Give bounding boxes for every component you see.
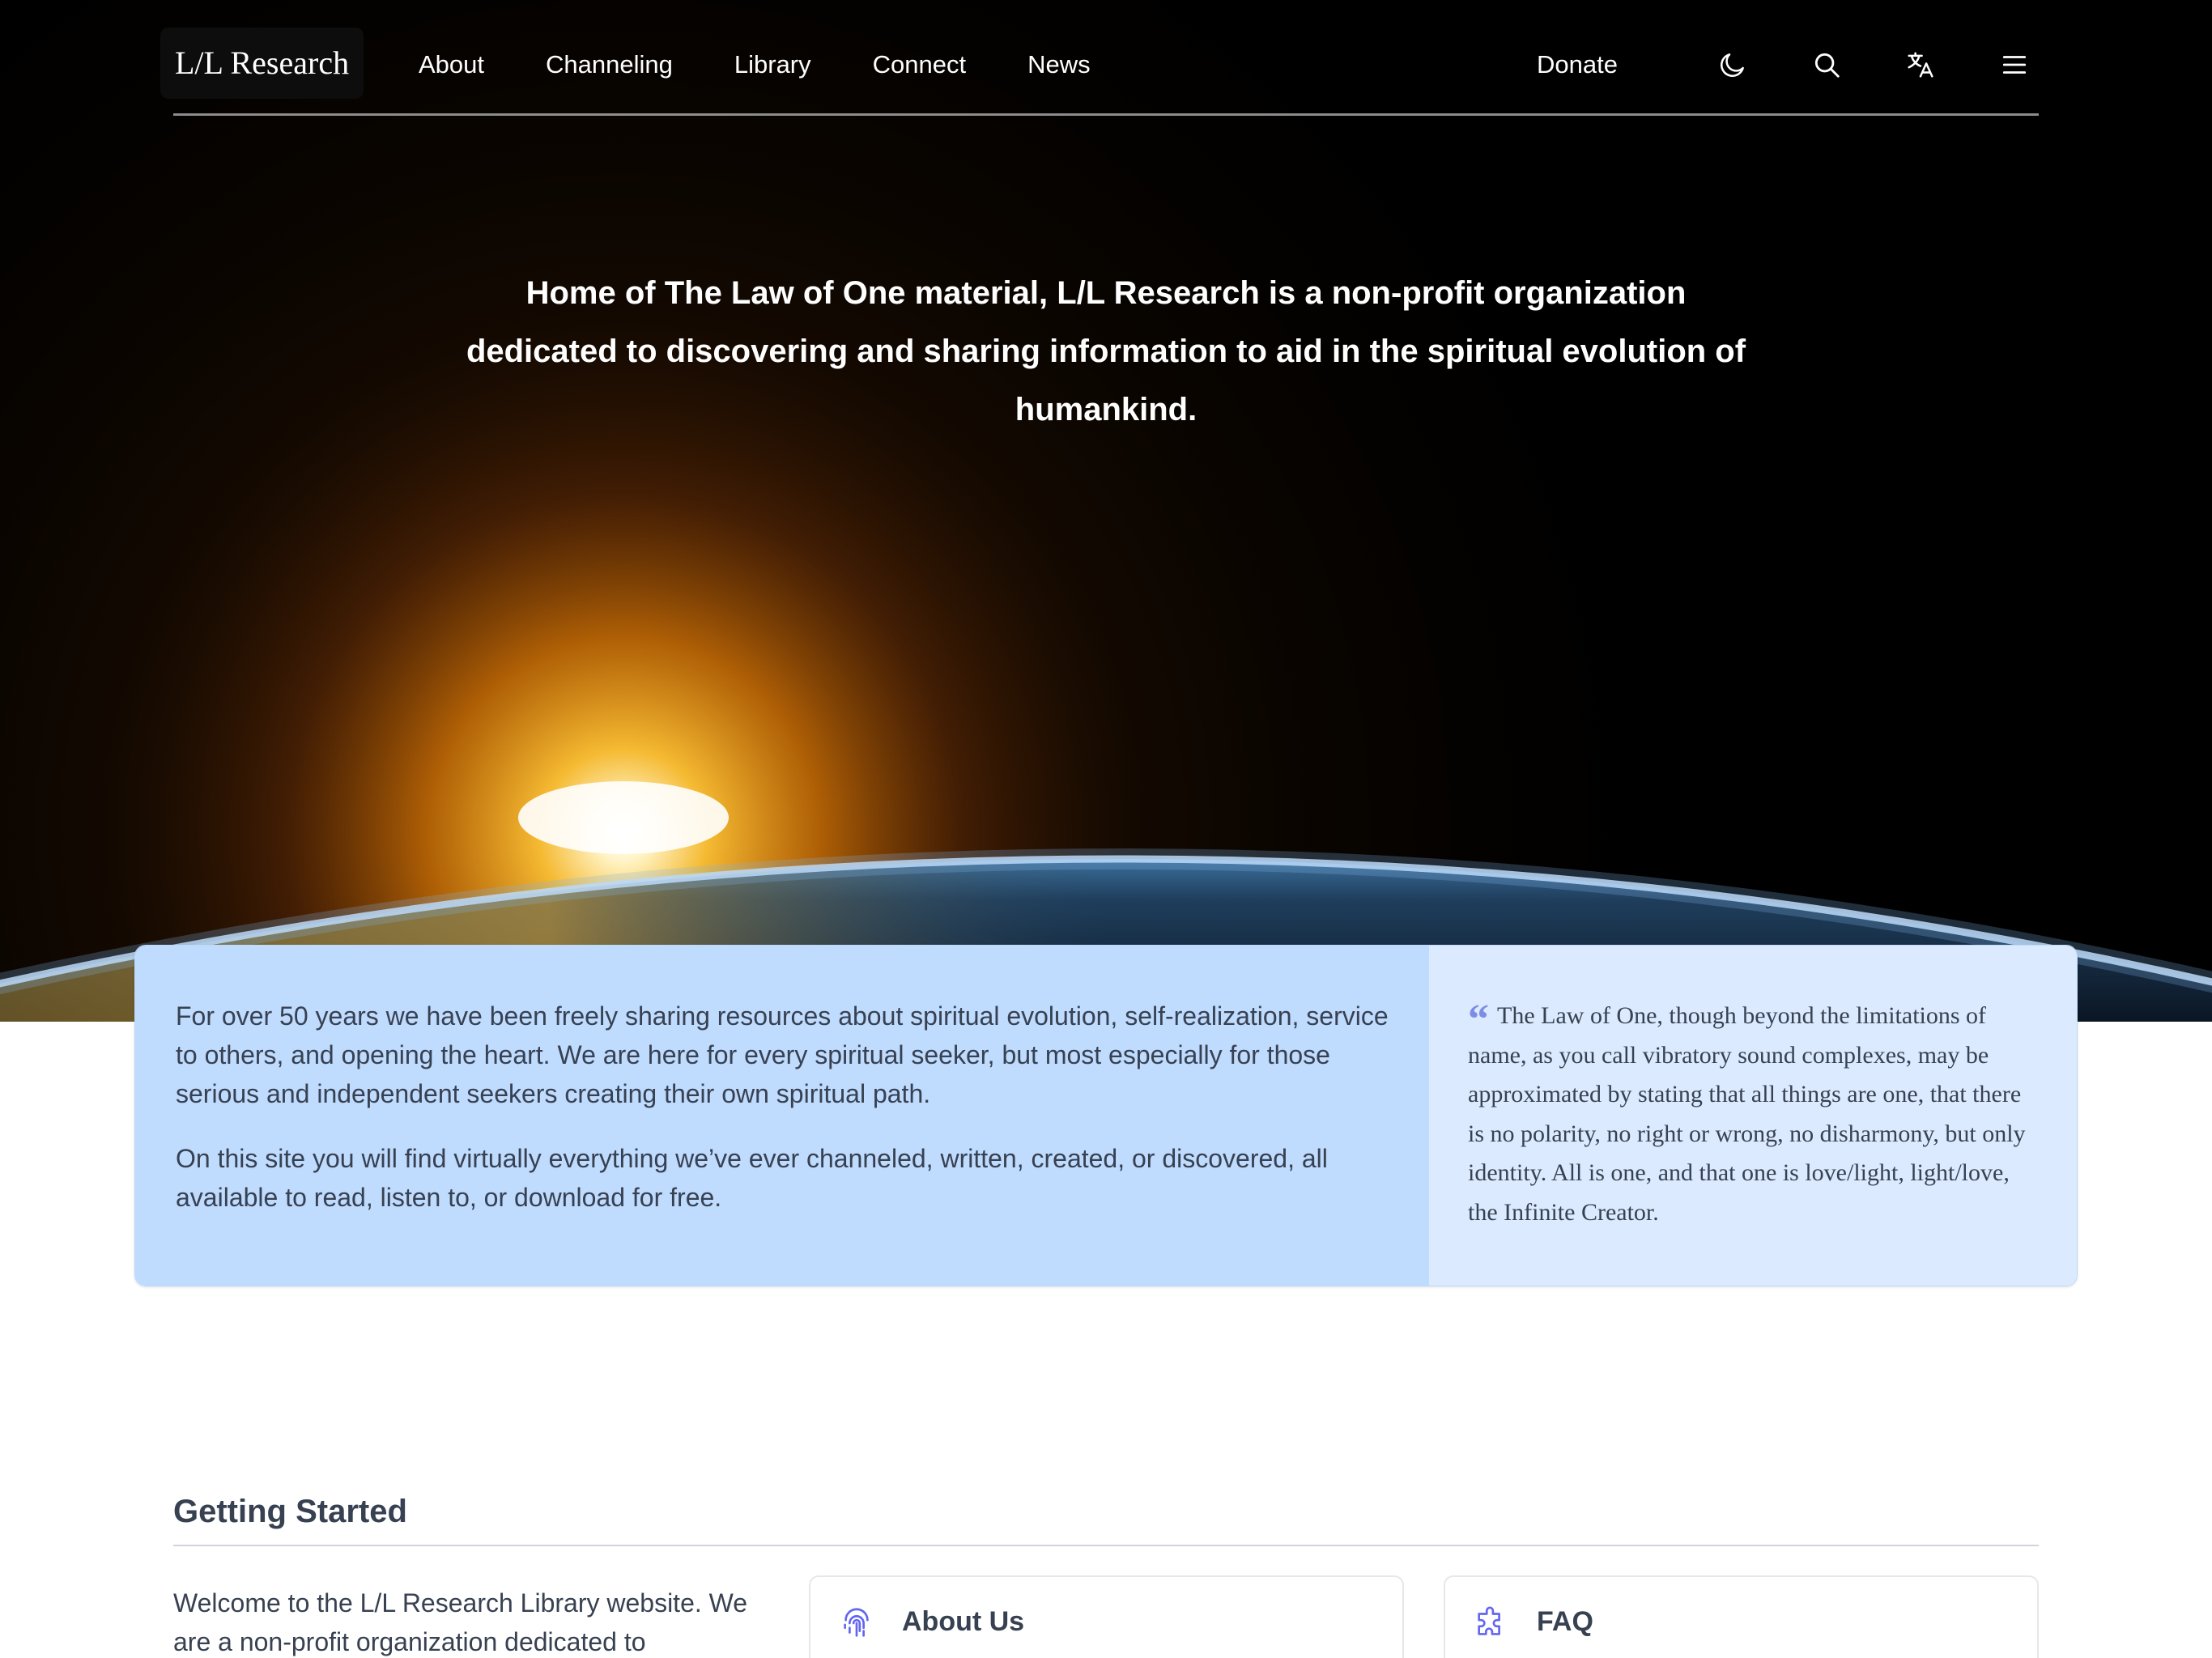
- quote-panel: “The Law of One, though beyond the limit…: [1429, 946, 2077, 1286]
- nav-link-connect[interactable]: Connect: [873, 49, 966, 81]
- about-us-card[interactable]: About Us: [809, 1575, 1404, 1658]
- translate-icon[interactable]: [1896, 40, 1945, 89]
- search-icon[interactable]: [1802, 40, 1851, 89]
- donate-link[interactable]: Donate: [1537, 50, 1618, 79]
- faq-card[interactable]: FAQ: [1444, 1575, 2039, 1658]
- getting-started-heading: Getting Started: [173, 1494, 407, 1529]
- puzzle-icon: [1473, 1605, 1510, 1642]
- earth-sunrise-image: [0, 0, 2212, 1022]
- intro-paragraph: On this site you will find virtually eve…: [176, 1144, 1328, 1212]
- card-title: FAQ: [1537, 1606, 1593, 1637]
- hero-tagline: Home of The Law of One material, L/L Res…: [466, 275, 1746, 427]
- intro-card: For over 50 years we have been freely sh…: [134, 945, 2078, 1286]
- menu-icon[interactable]: [1990, 40, 2039, 89]
- quote-icon: “: [1468, 997, 1489, 1043]
- intro-paragraph: For over 50 years we have been freely sh…: [176, 1001, 1389, 1108]
- top-navigation: L/L Research About Channeling Library Co…: [160, 0, 2039, 116]
- intro-text-panel: For over 50 years we have been freely sh…: [135, 946, 1429, 1286]
- nav-link-channeling[interactable]: Channeling: [546, 49, 673, 81]
- nav-actions: Donate: [1537, 40, 2039, 89]
- getting-started-intro: Welcome to the L/L Research Library webs…: [173, 1588, 748, 1656]
- fingerprint-icon: [838, 1605, 875, 1642]
- nav-link-news[interactable]: News: [1027, 49, 1091, 81]
- nav-link-about[interactable]: About: [419, 49, 484, 81]
- nav-link-library[interactable]: Library: [734, 49, 811, 81]
- moon-icon[interactable]: [1708, 40, 1757, 89]
- card-title: About Us: [902, 1606, 1025, 1637]
- hero-section: L/L Research About Channeling Library Co…: [0, 0, 2212, 1022]
- section-divider: [173, 1545, 2039, 1546]
- law-of-one-quote: The Law of One, though beyond the limita…: [1468, 1002, 2026, 1226]
- nav-links: About Channeling Library Connect News: [419, 49, 1152, 81]
- site-logo[interactable]: L/L Research: [160, 28, 364, 99]
